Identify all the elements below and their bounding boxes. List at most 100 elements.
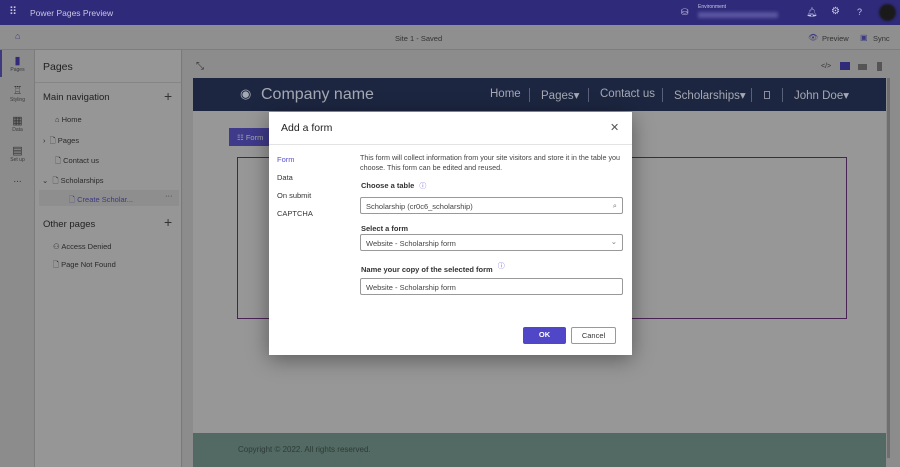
setup-icon: ▤ <box>12 145 23 157</box>
tab-captcha[interactable]: CAPTCHA <box>277 209 313 218</box>
nav-item-pages[interactable]: › 🗋 Pages <box>43 135 79 148</box>
tab-on-submit[interactable]: On submit <box>277 191 311 200</box>
desktop-icon[interactable] <box>840 62 850 70</box>
mobile-icon[interactable] <box>877 62 882 71</box>
add-form-dialog: Add a form ✕ Form Data On submit CAPTCHA… <box>269 112 632 355</box>
top-bar: ⠿ Power Pages Preview ⛁ Environment 🔔︎ ⚙… <box>0 0 900 25</box>
form-name-input[interactable]: Website - Scholarship form <box>360 278 623 295</box>
divider <box>588 88 589 102</box>
label: Scholarships <box>674 90 740 102</box>
site-status: Site 1 - Saved <box>395 34 443 43</box>
site-nav-contact[interactable]: Contact us <box>600 88 655 100</box>
more-icon[interactable]: ... <box>0 174 35 185</box>
code-icon[interactable]: </> <box>821 63 831 70</box>
site-nav-pages[interactable]: Pages▾ <box>541 88 579 102</box>
table-search-input[interactable]: Scholarship (cr0c6_scholarship) ⌕ <box>360 197 623 214</box>
rail-setup[interactable]: ▤ Set up <box>0 144 35 163</box>
environment-selector[interactable] <box>698 12 778 18</box>
dialog-title: Add a form <box>281 122 333 134</box>
chevron-right-icon[interactable]: › <box>43 136 50 145</box>
rail-data[interactable]: ▦ Data <box>0 114 35 133</box>
sync-button[interactable]: Sync <box>873 34 890 43</box>
sync-icon: ▣ <box>860 33 868 42</box>
page-icon: 🗋 <box>53 260 62 269</box>
rail-label: Pages <box>10 67 25 73</box>
tab-form[interactable]: Form <box>277 155 295 164</box>
site-nav-user[interactable]: John Doe▾ <box>794 88 849 102</box>
chevron-down-icon[interactable]: ⌄ <box>42 176 52 185</box>
form-icon: ☷ <box>237 133 246 142</box>
page-icon: 🗋 <box>55 156 64 165</box>
rail-styling[interactable]: ♖ Styling <box>0 84 35 103</box>
site-nav-scholarships[interactable]: Scholarships▾ <box>674 88 746 102</box>
app-launcher-icon[interactable]: ⠿ <box>9 5 17 18</box>
tab-data[interactable]: Data <box>277 173 293 182</box>
divider <box>662 88 663 102</box>
label: Create Scholar... <box>77 195 133 204</box>
table-label: Choose a table ⓘ <box>361 181 426 191</box>
value: Website - Scholarship form <box>366 239 456 248</box>
ok-button[interactable]: OK <box>523 327 566 344</box>
label: Pages <box>541 90 574 102</box>
environment-label: Environment <box>698 4 727 10</box>
label: Choose a table <box>361 181 415 190</box>
table-icon: ▦ <box>12 115 23 127</box>
name-label: Name your copy of the selected form ⓘ <box>361 263 505 275</box>
scrollbar[interactable] <box>887 78 890 458</box>
rail-label: Styling <box>9 97 25 103</box>
expand-icon[interactable]: ⤡ <box>196 61 204 72</box>
company-name: Company name <box>261 86 374 103</box>
page-icon: 🗋 Create Scholar... <box>69 195 133 204</box>
preview-button[interactable]: Preview <box>822 34 849 43</box>
rail-pages[interactable]: ▮ Pages <box>0 54 35 73</box>
environment-icon: ⛁ <box>681 7 689 17</box>
home-icon: ⌂ <box>55 115 62 124</box>
brush-icon: ♖ <box>12 85 23 97</box>
left-rail: ▮ Pages ♖ Styling ▦ Data ▤ Set up ... <box>0 50 35 467</box>
gear-icon[interactable]: ⚙ <box>831 6 840 17</box>
nav-item-create-scholarship[interactable]: 🗋 Create Scholar... ··· <box>39 190 179 206</box>
nav-item-scholarships[interactable]: ⌄ 🗋 Scholarships <box>42 175 104 188</box>
command-bar: ⌂ Site 1 - Saved 👁︎ Preview ▣ Sync <box>0 25 900 50</box>
help-icon[interactable]: ? <box>857 7 862 17</box>
eye-icon: 👁︎ <box>808 33 819 42</box>
label: Name your copy of the selected form <box>361 265 493 274</box>
pane-title: Pages <box>43 61 73 73</box>
site-nav-home[interactable]: Home <box>490 88 521 100</box>
site-footer: Copyright © 2022. All rights reserved. <box>193 433 886 467</box>
dialog-description: This form will collect information from … <box>360 153 621 172</box>
add-other-page-icon[interactable]: + <box>164 214 172 230</box>
close-icon[interactable]: ✕ <box>610 121 619 134</box>
bell-icon[interactable]: 🔔︎ <box>806 7 817 18</box>
site-header: ◉ Company name Home Pages▾ Contact us Sc… <box>193 78 886 111</box>
divider <box>35 82 181 83</box>
search-icon[interactable]: ⌕ <box>613 201 617 211</box>
form-select[interactable]: Website - Scholarship form ⌄ <box>360 234 623 251</box>
label: John Doe <box>794 90 844 102</box>
logo-icon: ◉ <box>240 86 252 101</box>
avatar[interactable] <box>879 4 896 21</box>
label: Pages <box>57 136 80 145</box>
cancel-button[interactable]: Cancel <box>571 327 616 344</box>
label: Scholarships <box>60 176 104 185</box>
form-select-label: Select a form <box>361 224 409 233</box>
nav-item-home[interactable]: ⌂ Home <box>55 115 82 124</box>
rail-label: Data <box>12 127 23 133</box>
main-navigation-heading: Main navigation <box>43 92 110 103</box>
value: Website - Scholarship form <box>366 283 456 292</box>
label: Page Not Found <box>61 260 116 269</box>
divider <box>751 88 752 102</box>
info-icon[interactable]: ⓘ <box>419 183 426 190</box>
search-icon[interactable] <box>764 91 770 99</box>
add-page-icon[interactable]: + <box>164 88 172 104</box>
chevron-down-icon: ⌄ <box>610 237 617 246</box>
info-icon[interactable]: ⓘ <box>498 263 505 270</box>
tablet-icon[interactable] <box>858 64 867 70</box>
label: Form <box>245 133 264 142</box>
other-item-access-denied[interactable]: ⚇ Access Denied <box>53 242 111 251</box>
other-item-not-found[interactable]: 🗋 Page Not Found <box>53 259 116 272</box>
divider <box>529 88 530 102</box>
home-icon[interactable]: ⌂ <box>15 31 20 41</box>
nav-item-contact[interactable]: 🗋 Contact us <box>55 155 99 168</box>
more-options-icon[interactable]: ··· <box>165 191 173 200</box>
